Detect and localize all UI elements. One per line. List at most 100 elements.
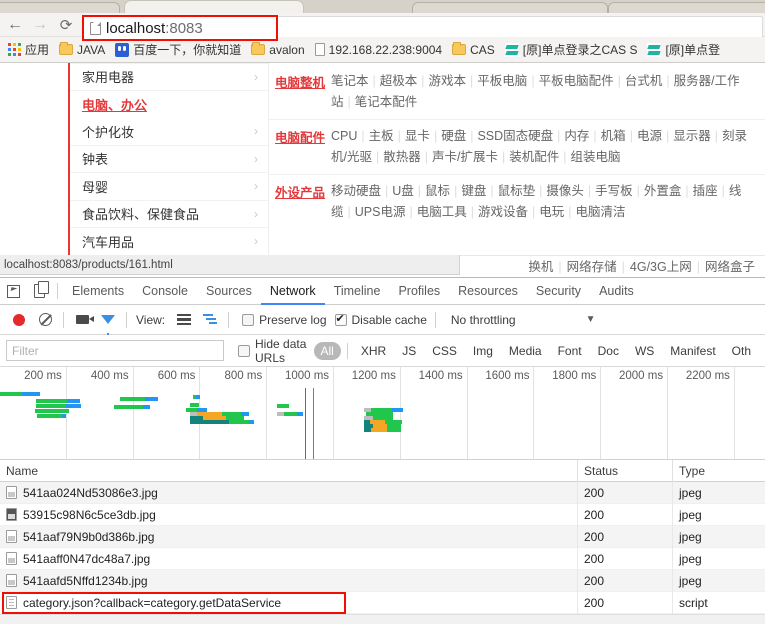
clear-icon[interactable]	[32, 307, 58, 333]
subcategory-link[interactable]: 组装电脑	[571, 150, 621, 164]
footer-link[interactable]: 换机	[528, 260, 553, 274]
subcategory-link[interactable]: 鼠标垫	[498, 184, 536, 198]
filter-type-ws[interactable]: WS	[628, 342, 661, 360]
tab-audits[interactable]: Audits	[590, 278, 643, 305]
subcategory-link[interactable]: 台式机	[625, 74, 663, 88]
table-row[interactable]: 541aafd5Nffd1234b.jpg 200 jpeg	[0, 569, 765, 592]
subcategory-link[interactable]: 键盘	[461, 184, 486, 198]
subcategory-link[interactable]: U盘	[392, 184, 414, 198]
filter-type-xhr[interactable]: XHR	[354, 342, 393, 360]
record-icon[interactable]	[6, 307, 32, 333]
subcategory-link[interactable]: 鼠标	[425, 184, 450, 198]
tab-network[interactable]: Network	[261, 278, 325, 305]
browser-tab-active[interactable]	[124, 0, 304, 13]
bookmark-apps[interactable]: 应用	[4, 40, 55, 60]
bookmark-cas-article[interactable]: [原]单点登录之CAS S	[501, 40, 644, 60]
subcategory-title[interactable]: 电脑整机	[269, 71, 331, 113]
filter-type-js[interactable]: JS	[395, 342, 423, 360]
filter-type-img[interactable]: Img	[466, 342, 500, 360]
subcategory-link[interactable]: 显卡	[405, 129, 430, 143]
subcategory-link[interactable]: 声卡/扩展卡	[432, 150, 498, 164]
table-row[interactable]: 541aa024Nd53086e3.jpg 200 jpeg	[0, 481, 765, 504]
tab-security[interactable]: Security	[527, 278, 590, 305]
filter-type-manifest[interactable]: Manifest	[663, 342, 722, 360]
browser-tab-inactive[interactable]	[0, 2, 120, 13]
subcategory-link[interactable]: 插座	[693, 184, 718, 198]
table-row[interactable]: category.json?callback=category.getDataS…	[0, 591, 765, 614]
bookmark-baidu[interactable]: 百度一下，你就知道	[111, 40, 247, 60]
filter-type-doc[interactable]: Doc	[591, 342, 626, 360]
device-toolbar-icon[interactable]	[26, 278, 52, 304]
filter-type-css[interactable]: CSS	[425, 342, 464, 360]
camera-icon[interactable]	[69, 307, 95, 333]
column-header-name[interactable]: Name	[0, 459, 578, 482]
tab-console[interactable]: Console	[133, 278, 197, 305]
subcategory-link[interactable]: 笔记本配件	[355, 95, 418, 109]
network-timeline-overview[interactable]: 200 ms 400 ms 600 ms 800 ms 1000 ms 1200 ms 14…	[0, 367, 765, 460]
filter-type-other[interactable]: Oth	[725, 342, 758, 360]
bookmark-cas[interactable]: CAS	[448, 40, 501, 60]
footer-link[interactable]: 网络盒子	[705, 260, 755, 274]
column-header-type[interactable]: Type	[673, 460, 765, 482]
preserve-log-checkbox[interactable]: Preserve log	[242, 313, 327, 327]
category-item-auto-supplies[interactable]: 汽车用品 ›	[70, 228, 268, 255]
column-header-status[interactable]: Status	[578, 459, 673, 482]
browser-tab-inactive[interactable]	[412, 2, 608, 13]
footer-link[interactable]: 网络存储	[567, 260, 617, 274]
filter-input[interactable]	[6, 340, 224, 361]
tab-resources[interactable]: Resources	[449, 278, 527, 305]
subcategory-link[interactable]: 装机配件	[509, 150, 559, 164]
subcategory-link[interactable]: 电脑清洁	[576, 205, 626, 219]
subcategory-link[interactable]: 电源	[637, 129, 662, 143]
subcategory-link[interactable]: 电脑工具	[417, 205, 467, 219]
tab-timeline[interactable]: Timeline	[325, 278, 390, 305]
category-item-food-health[interactable]: 食品饮料、保健食品 ›	[70, 200, 268, 228]
bookmark-cas-article-2[interactable]: [原]单点登	[643, 40, 726, 60]
inspect-icon[interactable]	[0, 278, 26, 304]
subcategory-link[interactable]: 电玩	[539, 205, 564, 219]
chevron-down-icon[interactable]: ▼	[586, 314, 596, 325]
tab-elements[interactable]: Elements	[63, 278, 133, 305]
subcategory-link[interactable]: 平板电脑	[477, 74, 527, 88]
browser-tab-inactive[interactable]	[608, 2, 765, 13]
waterfall-view-icon[interactable]	[197, 307, 223, 333]
subcategory-link[interactable]: 散热器	[383, 150, 421, 164]
hide-data-urls-checkbox[interactable]: Hide data URLs	[238, 337, 308, 365]
subcategory-link[interactable]: SSD固态硬盘	[477, 129, 553, 143]
subcategory-link[interactable]: 硬盘	[441, 129, 466, 143]
filter-type-font[interactable]: Font	[551, 342, 589, 360]
bookmark-java[interactable]: JAVA	[55, 40, 111, 60]
address-bar[interactable]: localhost:8083	[84, 17, 276, 39]
forward-arrow-icon[interactable]: →	[30, 15, 50, 35]
filter-type-media[interactable]: Media	[502, 342, 549, 360]
table-row[interactable]: 541aaff0N47dc48a7.jpg 200 jpeg	[0, 547, 765, 570]
back-arrow-icon[interactable]: ←	[5, 15, 25, 35]
disable-cache-checkbox[interactable]: Disable cache	[334, 312, 427, 327]
subcategory-link[interactable]: 摄像头	[546, 184, 584, 198]
funnel-icon[interactable]	[95, 307, 121, 337]
subcategory-link[interactable]: 平板电脑配件	[539, 74, 614, 88]
subcategory-link[interactable]: 移动硬盘	[331, 184, 381, 198]
category-item-computer-office[interactable]: 电脑、办公	[70, 90, 268, 118]
subcategory-link[interactable]: 主板	[369, 129, 394, 143]
category-item-home-appliance[interactable]: 家用电器 ›	[70, 63, 268, 91]
subcategory-title[interactable]: 电脑配件	[269, 126, 331, 168]
subcategory-link[interactable]: CPU	[331, 129, 357, 143]
table-row[interactable]: 541aaf79N9b0d386b.jpg 200 jpeg	[0, 525, 765, 548]
subcategory-title[interactable]: 外设产品	[269, 181, 331, 223]
throttling-select[interactable]: No throttling	[451, 313, 516, 327]
table-row[interactable]: 53915c98N6c5ce3db.jpg 200 jpeg	[0, 503, 765, 526]
list-view-icon[interactable]	[171, 307, 197, 333]
subcategory-link[interactable]: 手写板	[595, 184, 633, 198]
subcategory-link[interactable]: 游戏设备	[478, 205, 528, 219]
subcategory-link[interactable]: 机箱	[601, 129, 626, 143]
subcategory-link[interactable]: 笔记本	[331, 74, 369, 88]
reload-icon[interactable]: ⟳	[56, 15, 76, 35]
tab-profiles[interactable]: Profiles	[389, 278, 449, 305]
category-item-watches[interactable]: 钟表 ›	[70, 145, 268, 173]
category-item-maternal-baby[interactable]: 母婴 ›	[70, 173, 268, 201]
subcategory-link[interactable]: 显示器	[673, 129, 711, 143]
bookmark-ip-address[interactable]: 192.168.22.238:9004	[311, 40, 448, 60]
filter-type-all[interactable]: All	[313, 341, 341, 360]
subcategory-link[interactable]: 超极本	[380, 74, 418, 88]
